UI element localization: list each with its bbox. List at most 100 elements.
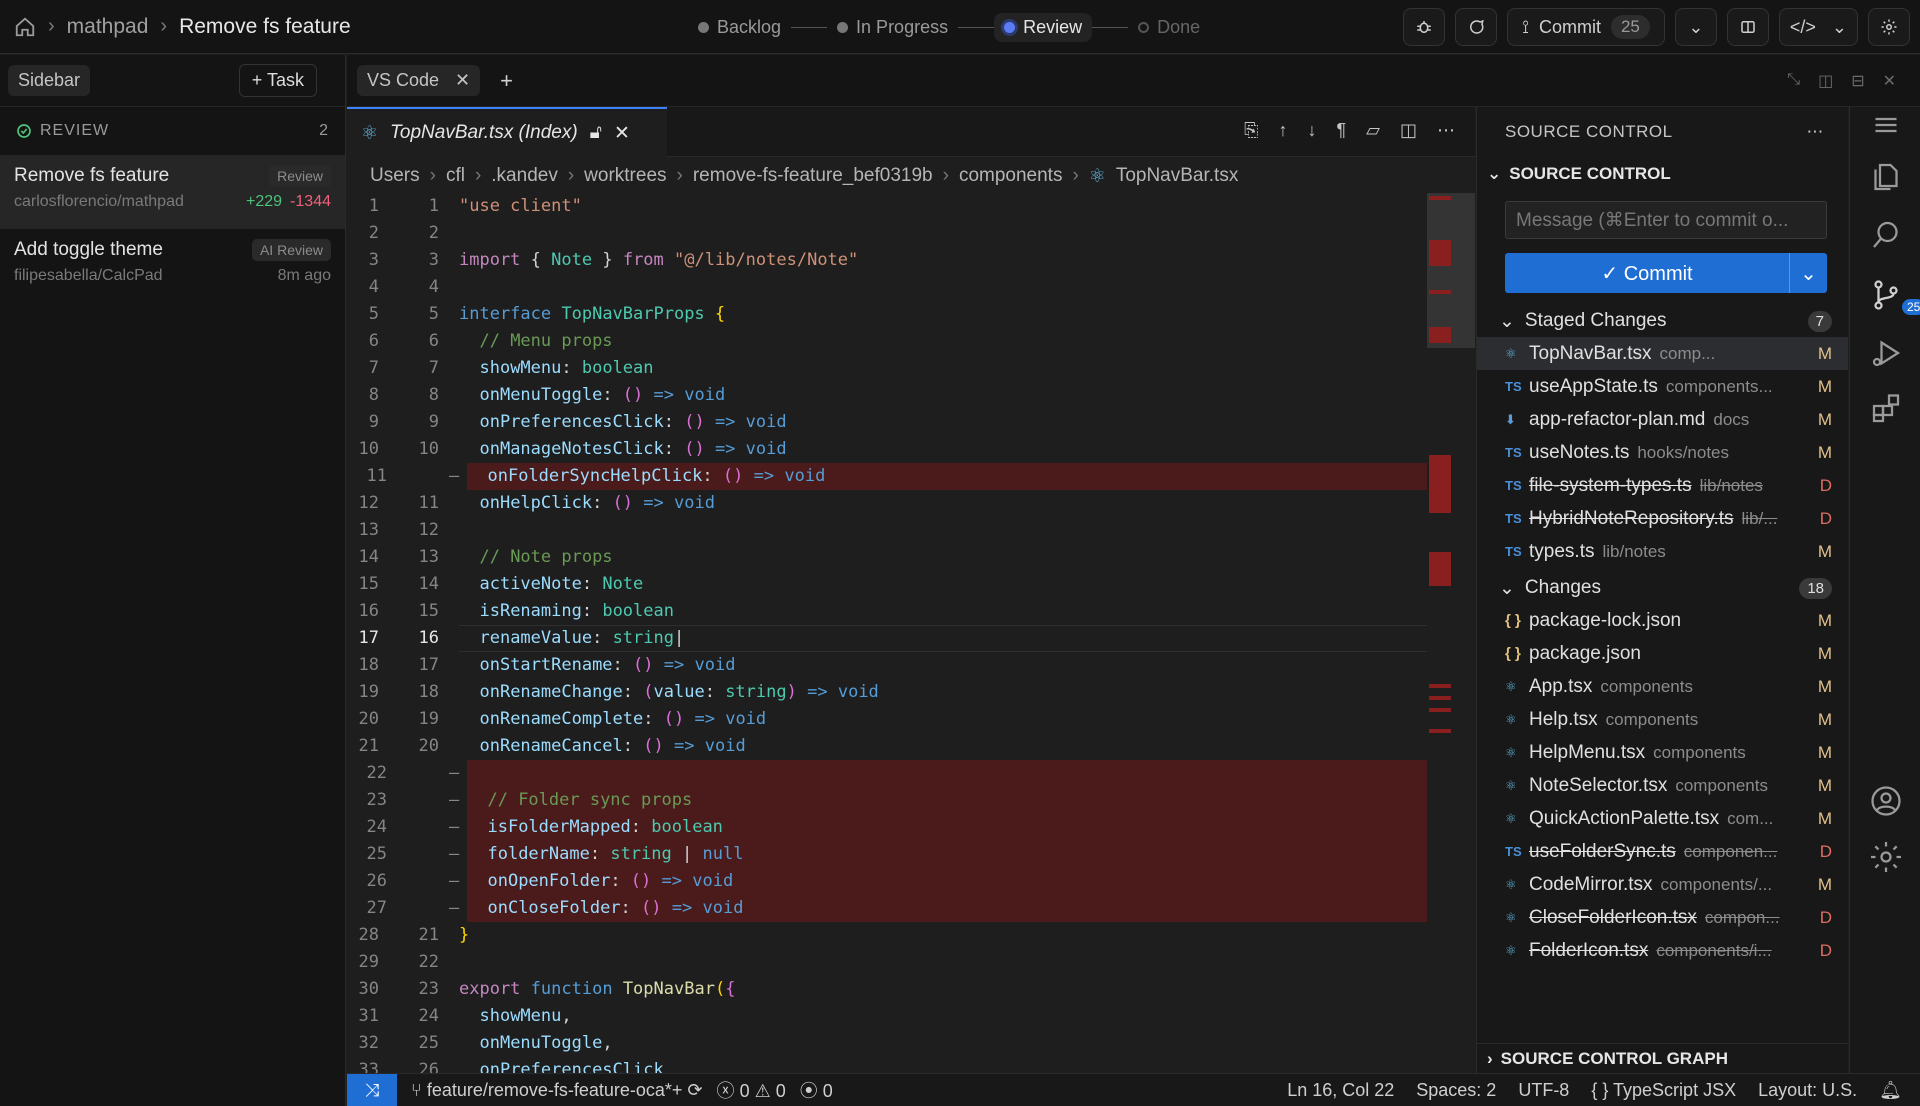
problems-indicator[interactable]: ⓧ 0 ⚠ 0 xyxy=(717,1077,786,1103)
file-item[interactable]: TS useAppState.ts components... M xyxy=(1477,370,1848,403)
more-icon[interactable]: ⋯ xyxy=(1437,120,1455,141)
review-section-header[interactable]: REVIEW 2 xyxy=(0,107,345,155)
split-horizontal-icon[interactable]: ⊟ xyxy=(1851,71,1864,91)
source-control-graph-header[interactable]: › SOURCE CONTROL GRAPH xyxy=(1477,1043,1849,1073)
remote-icon[interactable]: ⤨ xyxy=(347,1073,397,1106)
tab-topnavbar[interactable]: ⚛ TopNavBar.tsx (Index) 🔓︎ ✕ xyxy=(347,107,667,157)
file-item[interactable]: TSindex.tscomponents/iconsM xyxy=(1477,967,1848,975)
indentation[interactable]: Spaces: 2 xyxy=(1416,1080,1496,1101)
staged-changes-header[interactable]: ⌄ Staged Changes 7 xyxy=(1477,305,1848,337)
code-line[interactable]: 30 23 export function TopNavBar({ xyxy=(347,976,1427,1003)
minimap[interactable] xyxy=(1427,193,1475,1073)
split-vertical-icon[interactable]: ◫ xyxy=(1818,71,1833,91)
file-item[interactable]: ⚛ CloseFolderIcon.tsx compon... D xyxy=(1477,901,1848,934)
code-editor[interactable]: 1 1 "use client" 2 2 3 3 import { Note } from "… xyxy=(347,193,1427,1073)
file-item[interactable]: ⚛ Help.tsx components M xyxy=(1477,703,1848,736)
deleted-code-line[interactable]: 11 — onFolderSyncHelpClick: () => void xyxy=(355,463,1427,490)
code-line[interactable]: 44 xyxy=(347,274,1427,301)
whitespace-icon[interactable]: ¶ xyxy=(1336,120,1346,141)
branch-indicator[interactable]: ⑂ feature/remove-fs-feature-oca*+ ⟳ xyxy=(411,1080,703,1101)
file-item[interactable]: ⚛ App.tsx components M xyxy=(1477,670,1848,703)
open-file-icon[interactable]: ⎘ xyxy=(1244,120,1258,141)
code-line[interactable]: 9 9 onPreferencesClick: () => void xyxy=(347,409,1427,436)
arrow-up-icon[interactable]: ↑ xyxy=(1278,120,1287,141)
commit-main[interactable]: ✓ Commit xyxy=(1505,261,1789,286)
code-line[interactable]: 14 13 // Note props xyxy=(347,544,1427,571)
stage-done[interactable]: Done xyxy=(1128,13,1210,42)
layout-button[interactable] xyxy=(1726,8,1769,46)
ports-indicator[interactable]: ⦿ 0 xyxy=(800,1077,833,1103)
code-line[interactable]: 19 18 onRenameChange: (value: string) => … xyxy=(347,679,1427,706)
arrow-down-icon[interactable]: ↓ xyxy=(1307,120,1316,141)
cursor-position[interactable]: Ln 16, Col 22 xyxy=(1287,1080,1394,1101)
encoding[interactable]: UTF-8 xyxy=(1518,1080,1569,1101)
close-icon[interactable]: ✕ xyxy=(614,122,630,145)
chat-button[interactable] xyxy=(1455,8,1498,46)
changes-header[interactable]: ⌄ Changes 18 xyxy=(1477,572,1848,604)
keyboard-layout[interactable]: Layout: U.S. xyxy=(1758,1080,1857,1101)
breadcrumb-item[interactable]: worktrees xyxy=(584,165,666,187)
file-item[interactable]: ⚛ HelpMenu.tsx components M xyxy=(1477,736,1848,769)
stage-in-progress[interactable]: In Progress xyxy=(827,13,958,42)
map-icon[interactable]: ▱ xyxy=(1366,120,1380,141)
breadcrumb-item[interactable]: cfl xyxy=(446,165,465,187)
gear-icon[interactable] xyxy=(1868,839,1904,875)
language-mode[interactable]: { } TypeScript JSX xyxy=(1591,1080,1736,1101)
tab-vscode[interactable]: VS Code ✕ xyxy=(357,65,481,96)
file-item[interactable]: TS file-system-types.ts lib/notes D xyxy=(1477,469,1848,502)
close-icon[interactable]: ✕ xyxy=(1883,71,1896,91)
add-task-button[interactable]: + Task xyxy=(238,64,317,97)
commit-dropdown-button[interactable]: ⌄ xyxy=(1674,8,1717,46)
deleted-code-line[interactable]: 26 — onOpenFolder: () => void xyxy=(355,868,1427,895)
commit-message-input[interactable]: Message (⌘Enter to commit o... xyxy=(1505,201,1827,239)
file-item[interactable]: { } package-lock.json M xyxy=(1477,604,1848,637)
stage-review[interactable]: Review xyxy=(994,12,1093,42)
scm-section-header[interactable]: ⌄ SOURCE CONTROL xyxy=(1477,157,1848,191)
collapse-icon[interactable]: ⤡ xyxy=(1787,71,1800,91)
code-line[interactable]: 12 11 onHelpClick: () => void xyxy=(347,490,1427,517)
home-icon[interactable] xyxy=(14,16,36,38)
deleted-code-line[interactable]: 27 — onCloseFolder: () => void xyxy=(355,895,1427,922)
close-icon[interactable]: ✕ xyxy=(455,70,470,91)
task-item[interactable]: Remove fs feature Review carlosflorencio… xyxy=(0,155,345,229)
file-item[interactable]: ⚛ QuickActionPalette.tsx com... M xyxy=(1477,802,1848,835)
code-line[interactable]: 22 xyxy=(347,220,1427,247)
task-item[interactable]: Add toggle theme AI Review filipesabella… xyxy=(0,229,345,303)
code-line[interactable]: 20 19 onRenameComplete: () => void xyxy=(347,706,1427,733)
breadcrumb-item[interactable]: remove-fs-feature_bef0319b xyxy=(693,165,933,187)
sync-icon[interactable]: ⟳ xyxy=(687,1080,702,1100)
code-line[interactable]: 18 17 onStartRename: () => void xyxy=(347,652,1427,679)
code-line[interactable]: 32 25 onMenuToggle, xyxy=(347,1030,1427,1057)
code-line[interactable]: 3 3 import { Note } from "@/lib/notes/Note… xyxy=(347,247,1427,274)
code-view-button[interactable]: </> ⌄ xyxy=(1778,8,1858,46)
code-line[interactable]: 17 16 renameValue: string| xyxy=(347,625,1427,652)
bug-button[interactable] xyxy=(1403,8,1446,46)
breadcrumb-item[interactable]: .kandev xyxy=(491,165,558,187)
file-item[interactable]: ⚛ TopNavBar.tsx comp... M xyxy=(1477,337,1848,370)
code-line[interactable]: 15 14 activeNote: Note xyxy=(347,571,1427,598)
code-line[interactable]: 1 1 "use client" xyxy=(347,193,1427,220)
minimap-slider[interactable] xyxy=(1427,193,1475,348)
breadcrumb-item[interactable]: Users xyxy=(370,165,420,187)
code-line[interactable]: 7 7 showMenu: boolean xyxy=(347,355,1427,382)
menu-icon[interactable] xyxy=(1868,107,1904,143)
split-editor-icon[interactable]: ◫ xyxy=(1400,120,1417,141)
code-line[interactable]: 29 22 xyxy=(347,949,1427,976)
extensions-icon[interactable] xyxy=(1868,391,1904,427)
file-item[interactable]: TS types.ts lib/notes M xyxy=(1477,535,1848,568)
file-item[interactable]: ⬇ app-refactor-plan.md docs M xyxy=(1477,403,1848,436)
commit-button[interactable]: ⟟ Commit 25 xyxy=(1507,8,1665,46)
source-control-icon[interactable]: 25 xyxy=(1868,277,1920,315)
code-line[interactable]: 13 12 xyxy=(347,517,1427,544)
file-item[interactable]: TS useFolderSync.ts componen... D xyxy=(1477,835,1848,868)
explorer-icon[interactable] xyxy=(1868,159,1904,195)
code-line[interactable]: 8 8 onMenuToggle: () => void xyxy=(347,382,1427,409)
project-link[interactable]: mathpad xyxy=(67,15,149,39)
settings-button[interactable] xyxy=(1868,8,1910,46)
commit-action-button[interactable]: ✓ Commit ⌄ xyxy=(1505,253,1827,293)
breadcrumb-item[interactable]: components xyxy=(959,165,1063,187)
more-icon[interactable]: ⋯ xyxy=(1807,122,1825,142)
breadcrumb-item[interactable]: TopNavBar.tsx xyxy=(1116,165,1239,187)
chevron-down-icon[interactable]: ⌄ xyxy=(1789,253,1827,293)
run-debug-icon[interactable] xyxy=(1868,335,1904,371)
